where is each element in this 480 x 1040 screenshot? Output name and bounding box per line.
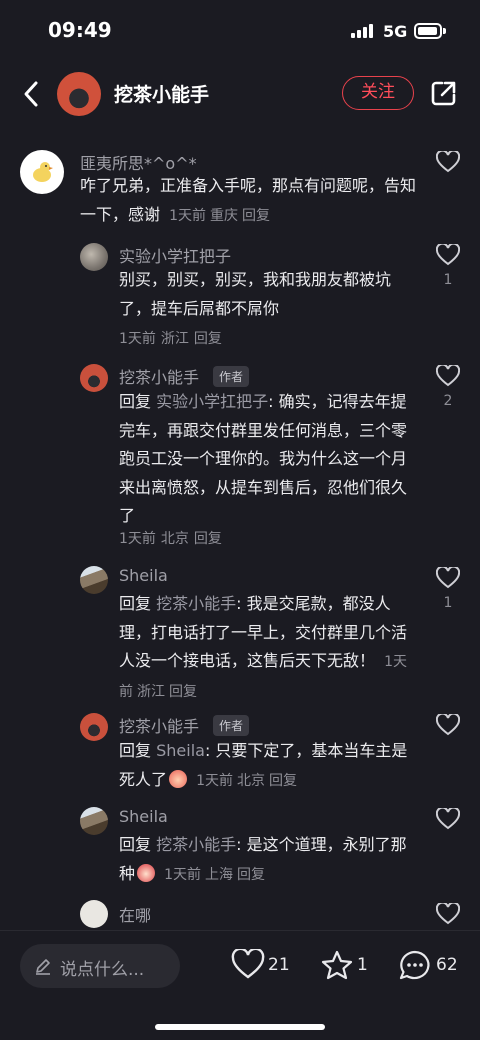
author-badge: 作者 <box>213 715 250 736</box>
comment-username[interactable]: 挖茶小能手 <box>119 364 199 388</box>
share-icon[interactable] <box>430 79 458 107</box>
favorite-count: 1 <box>357 955 368 975</box>
crying-emoji-icon <box>137 863 156 882</box>
comment-username[interactable]: Sheila <box>119 807 168 826</box>
reply-button[interactable]: 回复 <box>242 208 270 224</box>
like-action[interactable]: 21 <box>231 949 291 981</box>
comment-count: 62 <box>436 955 458 975</box>
home-indicator[interactable] <box>155 1024 325 1030</box>
like-icon[interactable] <box>436 567 460 589</box>
user-avatar[interactable] <box>80 243 108 271</box>
like-count: 1 <box>443 595 453 611</box>
reply-button[interactable]: 回复 <box>169 684 197 700</box>
reply-to-user[interactable]: Sheila <box>156 741 205 760</box>
comment-username[interactable]: 挖茶小能手 <box>119 713 199 737</box>
like-icon[interactable] <box>436 808 460 830</box>
reply-to-user[interactable]: 挖茶小能手 <box>156 594 236 613</box>
duck-icon <box>33 162 53 182</box>
comment-meta: 1天前 北京 回复 <box>196 772 298 789</box>
comment-text: 回复 挖茶小能手: 我是交尾款，都没人理，打电话打了一早上，交付群里几个活人没一… <box>119 594 408 700</box>
author-avatar[interactable] <box>57 72 101 116</box>
user-avatar[interactable] <box>80 900 108 928</box>
status-time: 09:49 <box>48 18 112 42</box>
reply-to-user[interactable]: 实验小学扛把子 <box>156 392 268 411</box>
header: 挖茶小能手 关注 <box>0 62 480 126</box>
comment-action[interactable]: 62 <box>398 949 462 981</box>
heart-icon <box>231 949 265 979</box>
like-count: 1 <box>443 272 453 288</box>
back-icon[interactable] <box>18 78 46 110</box>
signal-icon <box>351 24 375 38</box>
star-icon <box>321 950 353 980</box>
comment-bubble-icon <box>399 950 430 980</box>
user-avatar[interactable] <box>80 566 108 594</box>
comment-username[interactable]: 在哪 <box>119 902 151 926</box>
comment-meta: 1天前 重庆 回复 <box>169 207 271 224</box>
comment-meta: 1天前 上海 回复 <box>164 866 266 883</box>
follow-button[interactable]: 关注 <box>342 76 414 110</box>
comment-input-placeholder: 说点什么... <box>60 960 145 980</box>
user-avatar[interactable] <box>80 713 108 741</box>
reply-to-user[interactable]: 挖茶小能手 <box>156 835 236 854</box>
reply-button[interactable]: 回复 <box>194 331 222 347</box>
user-avatar[interactable] <box>20 150 64 194</box>
author-badge: 作者 <box>213 366 250 387</box>
comment-meta: 1天前 浙江 回复 <box>119 331 222 347</box>
comment-text: 别买，别买，别买，我和我朋友都被坑了，提车后屌都不屌你 <box>119 270 392 318</box>
comment-text: 回复 挖茶小能手: 是这个道理，永别了那种 1天前 上海 回复 <box>119 835 407 883</box>
comment-text: 回复 实验小学扛把子: 确实，记得去年提完车，再跟交付群里发任何消息，三个零跑员… <box>119 392 408 525</box>
peach-emoji-icon <box>169 769 188 788</box>
like-icon[interactable] <box>436 714 460 736</box>
user-avatar[interactable] <box>80 364 108 392</box>
battery-nub <box>443 28 446 34</box>
like-count: 21 <box>268 955 290 975</box>
user-avatar[interactable] <box>80 807 108 835</box>
like-count: 2 <box>443 393 453 409</box>
comment-username[interactable]: Sheila <box>119 566 168 585</box>
like-icon[interactable] <box>436 151 460 173</box>
bottom-action-bar: 说点什么... 21 1 62 <box>0 930 480 1040</box>
comment-text: 咋了兄弟，正准备入手呢，那点有问题呢，告知一下，感谢 1天前 重庆 回复 <box>80 176 417 224</box>
like-icon[interactable] <box>436 903 460 925</box>
author-name[interactable]: 挖茶小能手 <box>114 80 209 107</box>
comment-input[interactable]: 说点什么... <box>20 944 180 988</box>
reply-button[interactable]: 回复 <box>194 531 222 547</box>
comment-username[interactable]: 实验小学扛把子 <box>119 243 231 267</box>
comment-text: 回复 Sheila: 只要下定了，基本当车主是死人了 1天前 北京 回复 <box>119 741 408 789</box>
reply-button[interactable]: 回复 <box>237 867 265 883</box>
comment-meta: 1天前 北京 回复 <box>119 531 222 547</box>
like-icon[interactable] <box>436 244 460 266</box>
like-icon[interactable] <box>436 365 460 387</box>
network-type: 5G <box>383 22 408 41</box>
pencil-icon <box>36 959 50 975</box>
comment-username[interactable]: 匪夷所思*^o^* <box>80 150 197 174</box>
battery-icon <box>414 23 442 39</box>
reply-button[interactable]: 回复 <box>269 773 297 789</box>
status-bar: 09:49 5G <box>0 0 480 62</box>
favorite-action[interactable]: 1 <box>320 949 370 981</box>
